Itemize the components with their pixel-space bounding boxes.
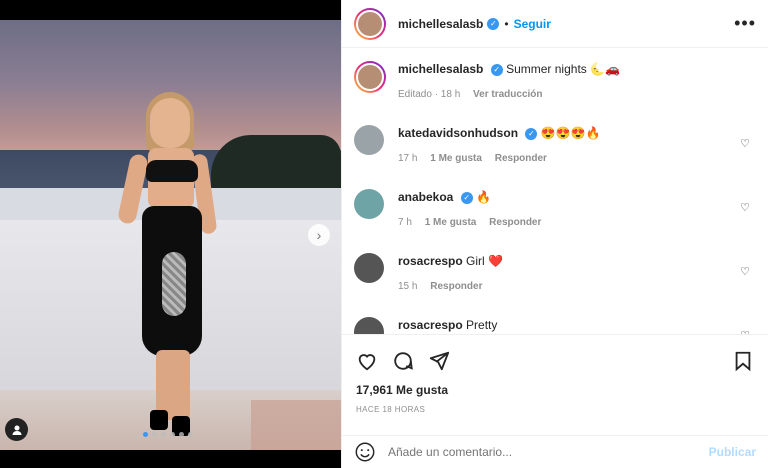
carousel-dot [143,432,148,437]
comment-item: rosacrespo Girl ❤️ 15 h Responder ♡ [354,253,756,292]
author-username[interactable]: michellesalasb [398,17,483,31]
user-icon [12,425,21,435]
emoji-icon[interactable] [354,441,376,463]
comment-username[interactable]: anabekoa [398,190,453,204]
post-time-ago: HACE 18 HORAS [356,405,426,414]
comment-item: rosacrespo Pretty ♡ [354,317,756,334]
comment-username[interactable]: katedavidsonhudson [398,126,518,140]
carousel-dot [161,432,166,437]
comment-text: 🔥 [476,190,491,204]
comment-text: Pretty [466,318,498,332]
comment-item: anabekoa ✓ 🔥 7 h 1 Me gusta Responder ♡ [354,189,756,228]
comment-likes[interactable]: 1 Me gusta [430,153,482,164]
post-photo[interactable] [0,20,341,450]
post-actions: 17,961 Me gusta HACE 18 HORAS [342,334,768,434]
comment-likes[interactable]: 1 Me gusta [425,217,477,228]
carousel-dot [170,432,175,437]
carousel-dots [143,432,193,437]
carousel-next-button[interactable]: › [308,224,330,246]
publish-button[interactable]: Publicar [709,445,756,459]
like-comment-heart-icon[interactable]: ♡ [740,201,750,214]
carousel-dot [188,432,193,437]
commenter-avatar[interactable] [354,189,384,219]
comment-username[interactable]: rosacrespo [398,318,463,332]
post-media: › [0,0,341,468]
comment-item: katedavidsonhudson ✓ 😍😍😍🔥 17 h 1 Me gust… [354,125,756,164]
see-translation-link[interactable]: Ver traducción [473,89,542,100]
tagged-users-button[interactable] [5,418,28,441]
comments-list: michellesalasb ✓ Summer nights 🌜🚗 Editad… [342,49,768,334]
comment-reply-button[interactable]: Responder [495,153,547,164]
commenter-avatar[interactable] [354,125,384,155]
comment-reply-button[interactable]: Responder [489,217,541,228]
separator-dot: • [504,16,509,31]
heart-icon[interactable] [356,350,378,372]
comment-time: 15 h [398,281,418,292]
carousel-dot [152,432,157,437]
add-comment-bar: Publicar [342,435,768,468]
like-comment-heart-icon[interactable]: ♡ [740,265,750,278]
comment-input[interactable] [388,445,709,459]
author-avatar[interactable] [354,61,386,93]
more-options-icon[interactable]: ••• [734,13,756,34]
post-panel: michellesalasb ✓ • Seguir ••• michellesa… [341,0,768,468]
caption-edited-time: Editado · 18 h [398,89,461,100]
verified-badge-icon: ✓ [487,17,500,30]
like-comment-heart-icon[interactable]: ♡ [740,137,750,150]
comment-time: 17 h [398,153,418,164]
likes-count[interactable]: 17,961 Me gusta [342,375,768,397]
comment-icon[interactable] [392,350,414,372]
commenter-avatar[interactable] [354,317,384,334]
carousel-dot [179,432,184,437]
commenter-avatar[interactable] [354,253,384,283]
post-header: michellesalasb ✓ • Seguir ••• [342,0,768,48]
post-caption: michellesalasb ✓ Summer nights 🌜🚗 Editad… [354,61,756,100]
verified-badge-icon: ✓ [460,191,473,204]
comment-text: 😍😍😍🔥 [540,126,601,140]
bookmark-icon[interactable] [732,350,754,372]
caption-text: Summer nights 🌜🚗 [506,62,620,76]
caption-username[interactable]: michellesalasb [398,62,483,76]
verified-badge-icon: ✓ [525,127,538,140]
chevron-right-icon: › [316,227,322,243]
comment-text: Girl ❤️ [466,254,503,268]
share-icon[interactable] [428,350,450,372]
follow-button[interactable]: Seguir [514,17,551,31]
comment-reply-button[interactable]: Responder [430,281,482,292]
comment-time: 7 h [398,217,412,228]
verified-badge-icon: ✓ [490,63,503,76]
comment-username[interactable]: rosacrespo [398,254,463,268]
author-avatar[interactable] [354,7,386,40]
